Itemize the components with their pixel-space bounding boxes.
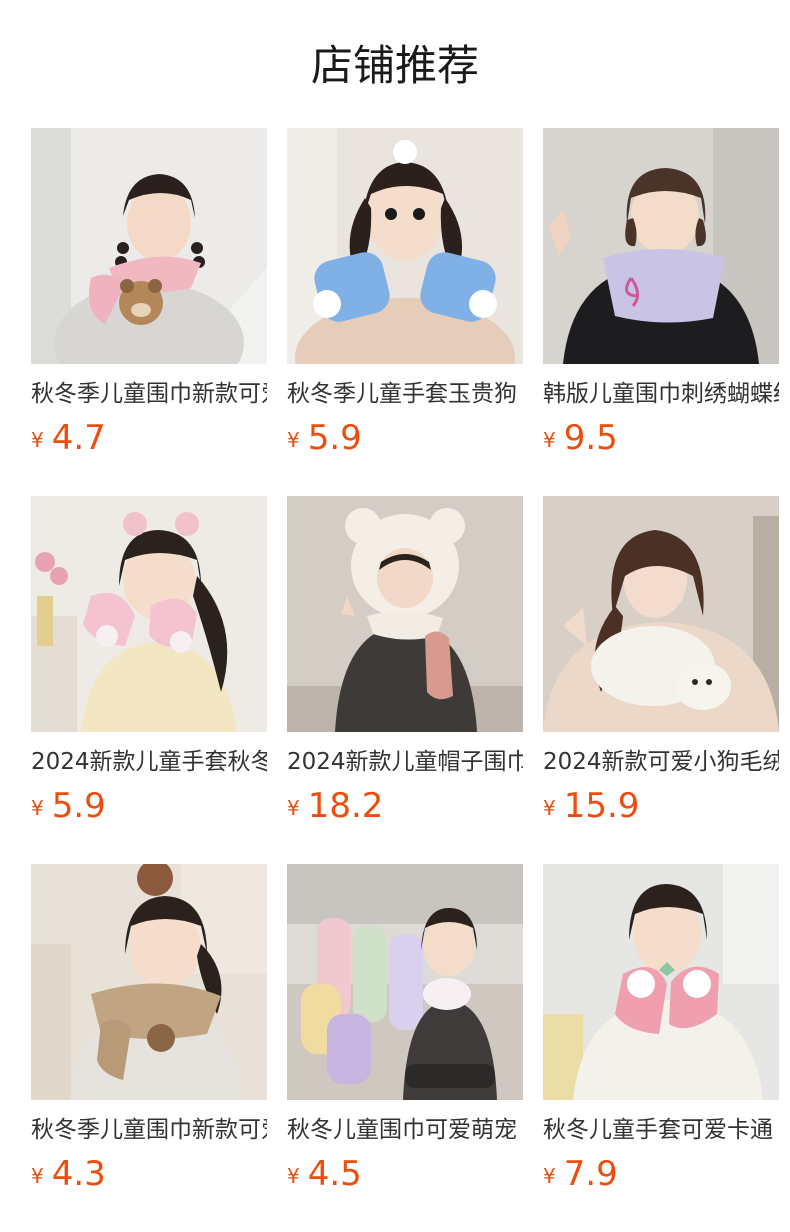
price-value: 4.5: [307, 1154, 362, 1194]
price-value: 15.9: [563, 786, 640, 826]
product-image[interactable]: [543, 864, 779, 1100]
currency-symbol: ¥: [287, 796, 300, 820]
currency-symbol: ¥: [31, 796, 44, 820]
price-value: 9.5: [563, 418, 618, 458]
product-image[interactable]: [287, 128, 523, 364]
product-name[interactable]: 2024新款儿童手套秋冬: [31, 744, 267, 780]
product-name[interactable]: 韩版儿童围巾刺绣蝴蝶结: [543, 376, 779, 412]
product-image[interactable]: [31, 864, 267, 1100]
product-price: ¥18.2: [287, 788, 383, 830]
product-price: ¥5.9: [31, 788, 106, 830]
product-name[interactable]: 秋冬季儿童围巾新款可爱: [31, 1112, 267, 1148]
currency-symbol: ¥: [287, 1164, 300, 1188]
product-name[interactable]: 秋冬季儿童手套玉贵狗: [287, 376, 523, 412]
product-name[interactable]: 秋冬季儿童围巾新款可爱: [31, 376, 267, 412]
price-value: 18.2: [307, 786, 384, 826]
currency-symbol: ¥: [287, 428, 300, 452]
currency-symbol: ¥: [31, 1164, 44, 1188]
product-price: ¥4.7: [31, 420, 106, 462]
product-price: ¥7.9: [543, 1156, 618, 1198]
product-image[interactable]: [543, 128, 779, 364]
product-price: ¥4.5: [287, 1156, 362, 1198]
product-price: ¥4.3: [31, 1156, 106, 1198]
product-name[interactable]: 2024新款可爱小狗毛绒: [543, 744, 779, 780]
product-name[interactable]: 秋冬儿童手套可爱卡通: [543, 1112, 779, 1148]
product-name[interactable]: 2024新款儿童帽子围巾: [287, 744, 523, 780]
product-price: ¥15.9: [543, 788, 639, 830]
price-value: 5.9: [307, 418, 362, 458]
price-value: 4.3: [51, 1154, 106, 1194]
product-price: ¥5.9: [287, 420, 362, 462]
price-value: 5.9: [51, 786, 106, 826]
currency-symbol: ¥: [543, 796, 556, 820]
product-image[interactable]: [543, 496, 779, 732]
product-image[interactable]: [287, 496, 523, 732]
page-title: 店铺推荐: [310, 41, 479, 90]
currency-symbol: ¥: [31, 428, 44, 452]
currency-symbol: ¥: [543, 1164, 556, 1188]
product-image[interactable]: [31, 128, 267, 364]
product-price: ¥9.5: [543, 420, 618, 462]
price-value: 4.7: [51, 418, 106, 458]
price-value: 7.9: [563, 1154, 618, 1194]
product-image[interactable]: [31, 496, 267, 732]
currency-symbol: ¥: [543, 428, 556, 452]
product-name[interactable]: 秋冬儿童围巾可爱萌宠: [287, 1112, 523, 1148]
product-image[interactable]: [287, 864, 523, 1100]
